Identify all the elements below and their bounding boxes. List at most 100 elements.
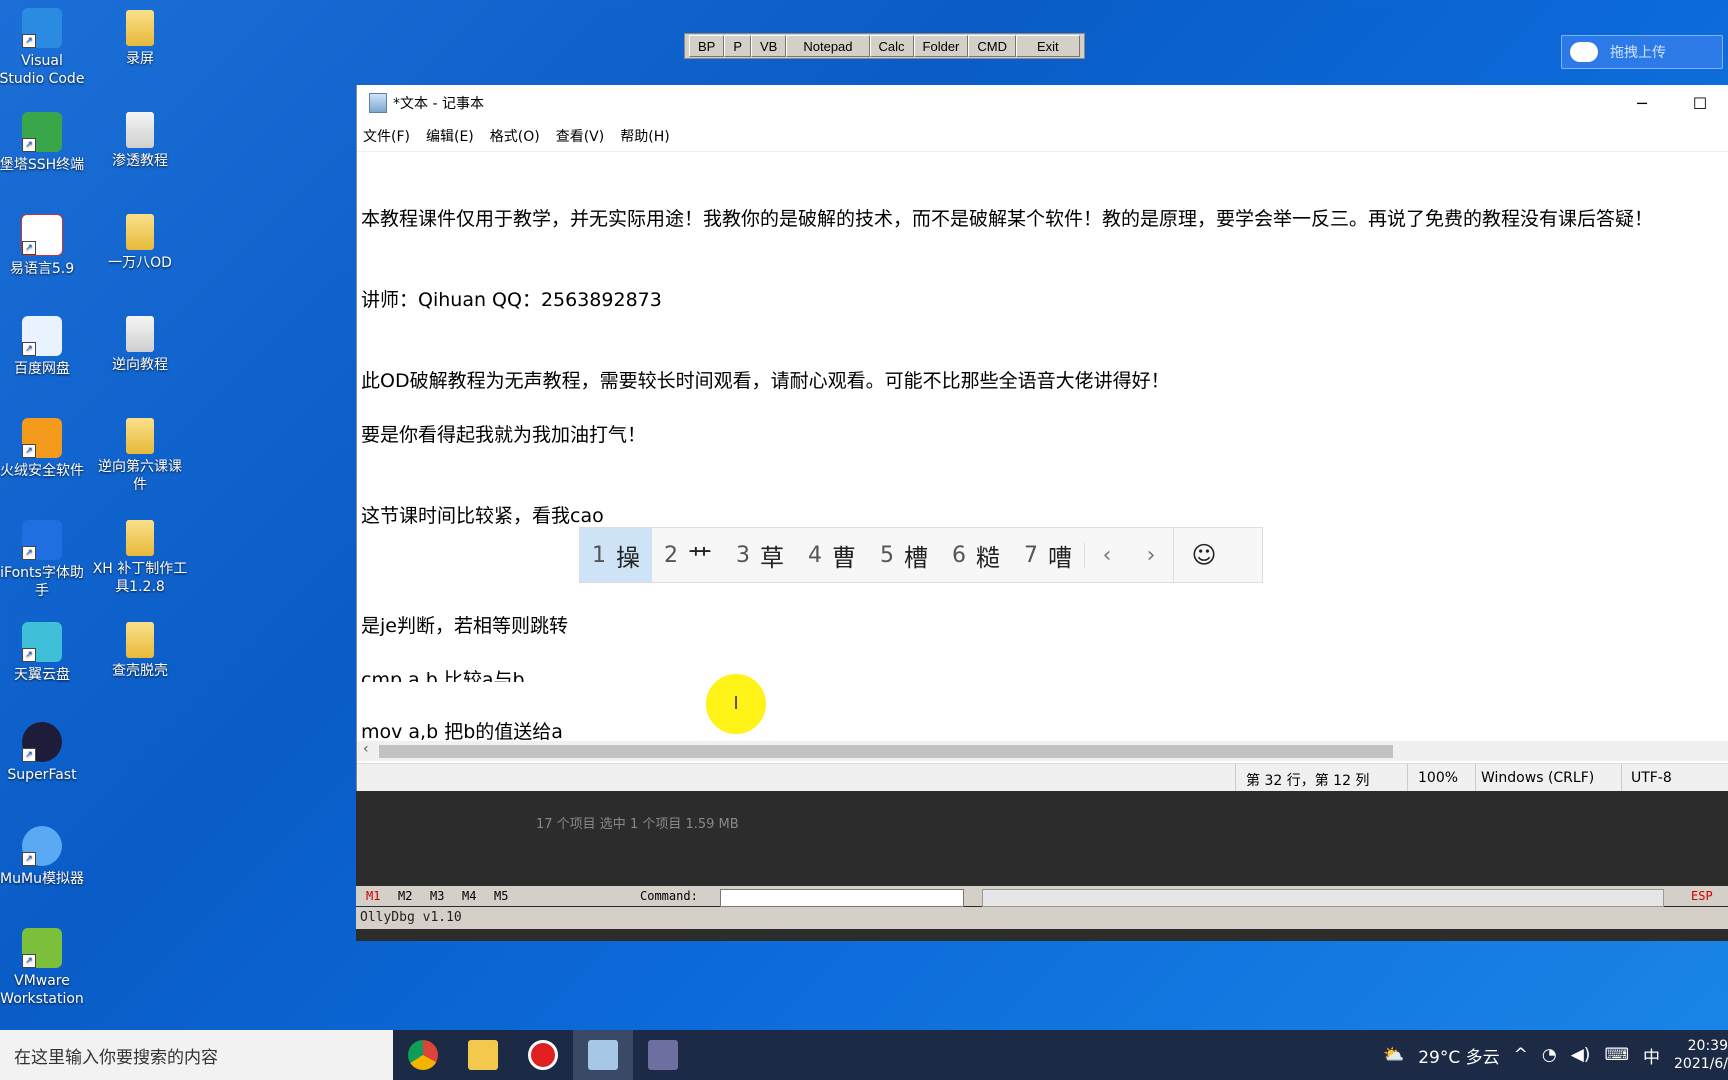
superfast-icon: ↗ [22,722,62,762]
ime-next-icon[interactable]: › [1129,543,1173,568]
command-input[interactable] [720,889,964,907]
folder-icon [126,214,154,250]
marker-m2[interactable]: M2 [398,889,412,903]
maximize-icon[interactable]: ☐ [1671,94,1728,113]
ime-indicator[interactable]: 中 [1643,1043,1660,1068]
weather-text[interactable]: 29°C 多云 [1418,1043,1499,1068]
folder-icon [126,10,154,46]
encoding: UTF-8 [1631,770,1672,786]
cmd-button[interactable]: CMD [968,35,1016,57]
desktop-icon-label: 渗透教程 [112,153,168,169]
desktop-icon-label: MuMu模拟器 [0,871,84,887]
keyboard-icon[interactable]: ⌨ [1604,1045,1629,1065]
desktop-icon-vmware[interactable]: ↗ VMware Workstation [0,928,90,1008]
menu-help[interactable]: 帮助(H) [620,126,669,146]
cloud-icon: ↗ [22,622,62,662]
chevron-up-icon[interactable]: ^ [1514,1045,1528,1065]
desktop-icon-label: 录屏 [126,51,154,67]
notepad-button[interactable]: Notepad [786,35,870,57]
desktop-icon-ssh[interactable]: ↗ 堡塔SSH终端 [0,112,90,174]
scroll-left-icon[interactable]: ‹ [363,741,369,757]
calc-button[interactable]: Calc [869,35,914,57]
ollydbg-taskbar-button[interactable] [633,1030,693,1080]
window-title: *文本 - 记事本 [393,96,484,112]
upload-label: 拖拽上传 [1610,45,1666,61]
menu-format[interactable]: 格式(O) [490,126,540,146]
taskbar-search-input[interactable]: 在这里输入你要搜索的内容 [0,1030,393,1080]
folder-button[interactable]: Folder [913,35,969,57]
desktop-icon-eyuyan[interactable]: ↗ 易语言5.9 [0,214,90,278]
zoom-level: 100% [1418,770,1459,786]
terminal-icon: ↗ [22,112,62,152]
desktop-icon-od[interactable]: 一万八OD [92,214,188,272]
text-line: 此OD破解教程为无声教程，需要较长时间观看，请耐心观看。可能不比那些全语音大佬讲… [361,370,1170,392]
desktop-icon-huorong[interactable]: ↗ 火绒安全软件 [0,418,90,480]
desktop-icon-label: 逆向教程 [112,357,168,373]
command-label: Command: [640,889,698,903]
notepad-window: *文本 - 记事本 ─ ☐ 文件(F) 编辑(E) 格式(O) 查看(V) 帮助… [356,85,1728,792]
taskbar: 在这里输入你要搜索的内容 ⛅ 29°C 多云 ^ ◔ ◀) ⌨ 中 20:39 … [0,1030,1728,1080]
desktop-icon-superfast[interactable]: ↗ SuperFast [0,722,90,784]
ime-candidate[interactable]: 4曹 [796,528,868,582]
minimize-icon[interactable]: ─ [1613,94,1671,113]
drag-upload-button[interactable]: 拖拽上传 [1561,35,1723,69]
desktop-icon-luping[interactable]: 录屏 [92,10,188,68]
bp-button[interactable]: BP [689,35,725,57]
exit-button[interactable]: Exit [1016,35,1080,57]
ime-candidate[interactable]: 2艹 [652,528,724,582]
clock[interactable]: 20:39 2021/6/ [1674,1037,1728,1073]
chrome-taskbar-button[interactable] [393,1030,453,1080]
menu-file[interactable]: 文件(F) [363,126,410,146]
ime-candidate[interactable]: 3草 [724,528,796,582]
network-icon[interactable]: ◔ [1542,1045,1557,1065]
desktop-icon-label: 易语言5.9 [9,261,75,277]
notepad-icon [588,1040,618,1070]
ime-candidate[interactable]: 5槽 [868,528,940,582]
recorder-taskbar-button[interactable] [513,1030,573,1080]
desktop-icon-nixiang[interactable]: 逆向教程 [92,316,188,374]
notepad-taskbar-button[interactable] [573,1030,633,1080]
ollydbg-window: 17 个项目 选中 1 个项目 1.59 MB M1 M2 M3 M4 M5 C… [356,791,1728,941]
desktop-icon-mumu[interactable]: ↗ MuMu模拟器 [0,826,90,888]
desktop-icon-label: 堡塔SSH终端 [0,157,85,173]
marker-m1[interactable]: M1 [366,889,380,903]
desktop-icon-lesson6[interactable]: 逆向第六课课件 [92,418,188,494]
desktop-icon-label: SuperFast [7,767,77,783]
ime-candidate[interactable]: 7嘈 [1012,528,1084,582]
text-editor[interactable]: 本教程课件仅用于教学，并无实际用途！我教你的是破解的技术，而不是破解某个软件！教… [357,152,1728,682]
desktop-icon-chake[interactable]: 查壳脱壳 [92,622,188,680]
folder-icon [126,316,154,352]
menu-view[interactable]: 查看(V) [556,126,605,146]
ime-candidate[interactable]: 1操 [580,528,652,582]
scrollbar-thumb[interactable] [379,745,1393,758]
text-line: 这节课时间比较紧，看我cao [361,505,604,527]
p-button[interactable]: P [724,35,752,57]
volume-icon[interactable]: ◀) [1571,1045,1591,1065]
weather-icon[interactable]: ⛅ [1383,1045,1404,1065]
vb-button[interactable]: VB [751,35,787,57]
chrome-icon [408,1040,438,1070]
vmware-icon: ↗ [22,928,62,968]
ollydbg-icon [648,1040,678,1070]
marker-m5[interactable]: M5 [494,889,508,903]
emoji-icon[interactable]: ☺ [1173,528,1234,582]
desktop-icon-tianyi[interactable]: ↗ 天翼云盘 [0,622,90,684]
desktop-icon-label: 百度网盘 [14,361,70,377]
horizontal-scrollbar[interactable]: ‹ [357,741,1728,761]
marker-m3[interactable]: M3 [430,889,444,903]
menu-edit[interactable]: 编辑(E) [426,126,474,146]
folder-icon [468,1040,498,1070]
marker-m4[interactable]: M4 [462,889,476,903]
record-icon [528,1040,558,1070]
desktop-icon-ifonts[interactable]: ↗ iFonts字体助手 [0,520,90,600]
eyuyan-icon: ↗ [21,214,63,256]
desktop-icon-xh[interactable]: XH 补丁制作工具1.2.8 [92,520,188,596]
explorer-status-ghost: 17 个项目 选中 1 个项目 1.59 MB [536,817,739,832]
desktop-icon-shentou[interactable]: 渗透教程 [92,112,188,170]
desktop-icon-baidu[interactable]: ↗ 百度网盘 [0,316,90,378]
desktop-icon-vscode[interactable]: ↗ Visual Studio Code [0,8,90,88]
ime-candidate[interactable]: 6糙 [940,528,1012,582]
explorer-taskbar-button[interactable] [453,1030,513,1080]
ime-prev-icon[interactable]: ‹ [1084,542,1129,568]
system-tray: ⛅ 29°C 多云 ^ ◔ ◀) ⌨ 中 20:39 2021/6/ [1383,1030,1728,1080]
